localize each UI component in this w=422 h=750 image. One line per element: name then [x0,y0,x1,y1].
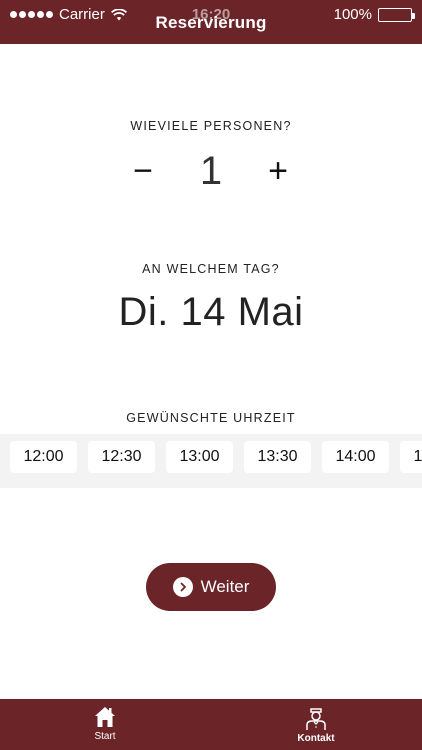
time-slot-button[interactable]: 12:30 [88,441,155,473]
time-label: GEWÜNSCHTE UHRZEIT [126,411,296,425]
tab-start[interactable]: Start [65,705,145,742]
next-button[interactable]: Weiter [146,563,276,611]
status-right: 100% [333,6,415,23]
day-label: AN WELCHEM TAG? [142,262,280,276]
battery-icon [378,7,415,22]
tab-kontakt[interactable]: Kontakt [276,705,356,744]
date-selector[interactable]: Di. 14 Mai [0,290,422,335]
persons-label: WIEVIELE PERSONEN? [130,119,292,133]
home-icon [95,707,115,727]
time-slot-button[interactable]: 13:30 [244,441,311,473]
time-slot-button[interactable]: 13:00 [166,441,233,473]
persons-count: 1 [199,149,223,193]
time-slot-button[interactable]: 12:00 [10,441,77,473]
chevron-right-icon [172,577,193,597]
time-slot-scroller[interactable]: 12:00 12:30 13:00 13:30 14:00 14:30 [0,434,422,488]
top-bar: Carrier 16:20 Reservierung 100% [0,0,422,44]
time-slot-list: 12:00 12:30 13:00 13:30 14:00 14:30 [10,441,422,473]
tab-start-label: Start [94,731,116,742]
next-button-label: Weiter [200,577,250,596]
reservation-screen: Carrier 16:20 Reservierung 100% WIEVIELE… [0,0,422,750]
tab-kontakt-label: Kontakt [297,733,335,744]
battery-percent: 100% [333,6,372,23]
persons-stepper: − 1 + [0,146,422,196]
time-slot-button[interactable]: 14:00 [322,441,389,473]
waiter-icon [306,708,326,730]
time-slot-button[interactable]: 14:30 [400,441,422,473]
tab-bar: Start Kontakt [0,699,422,750]
increase-persons-button[interactable]: + [258,146,298,196]
